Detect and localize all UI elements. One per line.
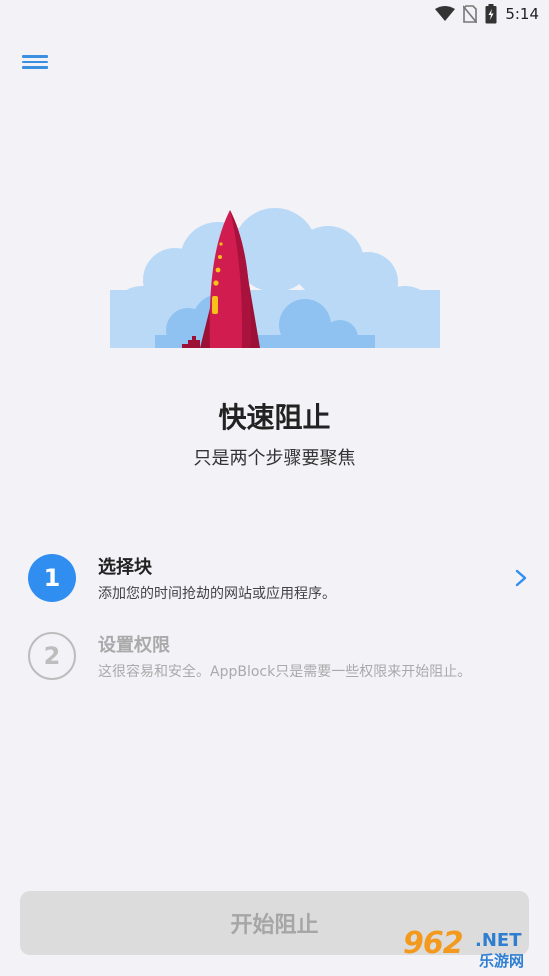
- rocket-illustration: [100, 208, 450, 360]
- battery-charging-icon: [485, 4, 497, 24]
- step-title: 设置权限: [98, 635, 170, 656]
- chevron-right-icon[interactable]: [513, 568, 529, 588]
- page-title: 快速阻止: [218, 401, 331, 434]
- watermark-site: 乐游网: [479, 952, 525, 970]
- status-icons: 5:14: [435, 4, 539, 24]
- step-select-block[interactable]: 1 选择块 添加您的时间抢劫的网站或应用程序。: [28, 550, 529, 610]
- wifi-icon: [435, 6, 456, 21]
- status-time: 5:14: [505, 5, 539, 23]
- hamburger-menu-icon[interactable]: [22, 52, 48, 74]
- watermark-net: .NET: [475, 930, 522, 951]
- step-number-badge: 1: [28, 554, 76, 602]
- step-set-permissions[interactable]: 2 设置权限 这很容易和安全。AppBlock只是需要一些权限来开始阻止。: [28, 628, 529, 688]
- watermark-number: 962: [403, 926, 464, 961]
- status-bar: 5:14: [0, 0, 549, 30]
- step-description: 这很容易和安全。AppBlock只是需要一些权限来开始阻止。: [98, 664, 472, 680]
- page-subtitle: 只是两个步骤要聚焦: [193, 448, 356, 469]
- cloud-back: [110, 208, 440, 350]
- step-number-badge: 2: [28, 632, 76, 680]
- step-title: 选择块: [98, 557, 152, 578]
- no-sim-icon: [463, 5, 478, 23]
- step-description: 添加您的时间抢劫的网站或应用程序。: [98, 586, 336, 602]
- site-watermark: 962 .NET 乐游网: [403, 926, 543, 972]
